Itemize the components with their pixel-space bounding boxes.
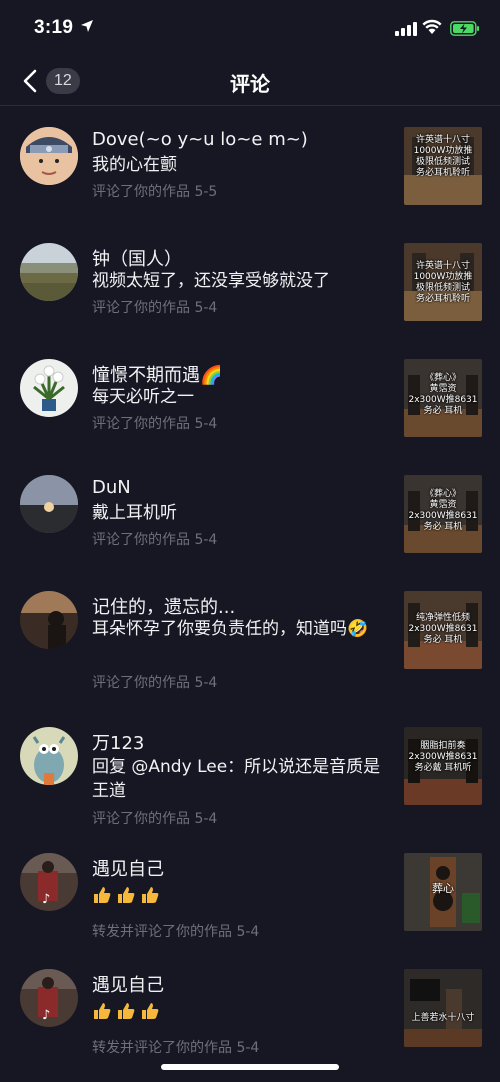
thumbnail-caption: 纯净弹性低频 2x300W推8631 务必 耳机 [408,613,478,645]
thumbs-up-emoji-icon [118,1003,135,1019]
video-thumbnail[interactable]: 上善若水十八寸 [404,969,482,1047]
comment-meta: 评论了你的作品 5-4 [92,811,218,827]
thumbs-up-emoji-icon [118,887,135,903]
comment-text: 每天必听之一 [92,387,194,407]
comment-item[interactable]: ♪ 遇见自己 转发并评论了你的作品 5-4 上善若水十八寸 [0,955,500,1071]
username[interactable]: 遇见自己 [92,971,164,997]
avatar[interactable] [20,359,78,417]
avatar[interactable] [20,591,78,649]
username[interactable]: 记住的，遗忘的... [92,593,235,619]
status-time: 3:19 [34,17,74,38]
tiktok-icon: ♪ [42,1008,51,1023]
comment-text: 戴上耳机听 [92,503,177,523]
video-thumbnail[interactable]: 葬心 [404,853,482,931]
signal-icon [395,22,417,36]
comment-meta: 评论了你的作品 5-4 [92,532,218,548]
wifi-icon [422,19,442,34]
username[interactable]: 憧憬不期而遇🌈 [92,361,222,387]
thumbnail-caption: 上善若水十八寸 [411,1013,475,1023]
comment-text: 我的心在颤 [92,155,177,175]
comment-text: 视频太短了，还没享受够就没了 [92,271,330,291]
comment-item[interactable]: 万123 回复 @Andy Lee：所以说还是音质是王道 评论了你的作品 5-4… [0,713,500,839]
thumbs-up-emoji-icon [142,1003,159,1019]
username[interactable]: 万123 [92,729,144,755]
avatar[interactable] [20,127,78,185]
thumbnail-caption: 《葬心》 黄霑资 2x300W推8631 务必 耳机 [408,373,478,416]
comment-meta: 评论了你的作品 5-4 [92,300,218,316]
comment-emoji-row [92,885,382,909]
comment-emoji-row [92,1001,382,1025]
location-arrow-icon [81,20,93,32]
avatar[interactable]: ♪ [20,853,78,911]
comment-item[interactable]: DuN 戴上耳机听 评论了你的作品 5-4 《葬心》 黄霑资 2x300W推86… [0,455,500,571]
tiktok-icon: ♪ [42,892,51,907]
thumbs-up-emoji-icon [142,887,159,903]
avatar[interactable] [20,475,78,533]
username[interactable]: DuN [92,477,131,498]
username[interactable]: 钟（国人） [92,245,182,271]
username[interactable]: Dove(~o y~u lo~e m~) [92,129,308,150]
thumbnail-caption: 《葬心》 黄霑资 2x300W推8631 务必 耳机 [408,489,478,532]
comment-meta: 评论了你的作品 5-4 [92,675,218,691]
video-thumbnail[interactable]: 《葬心》 黄霑资 2x300W推8631 务必 耳机 [404,359,482,437]
video-thumbnail[interactable]: 许英谱十八寸 1000W功放推 极限低频测试 务必耳机聆听 [404,243,482,321]
comment-meta: 转发并评论了你的作品 5-4 [92,924,260,940]
status-bar: 3:19 [0,0,500,58]
thumbnail-caption: 葬心 [432,882,454,895]
nav-bar: 12 评论 [0,58,500,106]
username[interactable]: 遇见自己 [92,855,164,881]
avatar[interactable]: ♪ [20,969,78,1027]
thumbnail-caption: 胭脂扣前奏 2x300W推8631 务必戴 耳机听 [408,741,478,773]
comment-item[interactable]: 钟（国人） 视频太短了，还没享受够就没了 评论了你的作品 5-4 许英谱十八寸 … [0,223,500,339]
comment-item[interactable]: ♪ 遇见自己 转发并评论了你的作品 5-4 葬心 [0,839,500,955]
video-thumbnail[interactable]: 《葬心》 黄霑资 2x300W推8631 务必 耳机 [404,475,482,553]
home-indicator [161,1064,339,1070]
thumbs-up-emoji-icon [94,1003,111,1019]
comment-text: 回复 @Andy Lee：所以说还是音质是王道 [92,757,381,801]
comment-text: 耳朵怀孕了你要负责任的，知道吗🤣 [92,619,369,639]
comment-item[interactable]: Dove(~o y~u lo~e m~) 我的心在颤 评论了你的作品 5-5 许… [0,107,500,223]
page-title: 评论 [230,72,270,96]
thumbnail-caption: 许英谱十八寸 1000W功放推 极限低频测试 务必耳机聆听 [413,135,473,178]
video-thumbnail[interactable]: 许英谱十八寸 1000W功放推 极限低频测试 务必耳机聆听 [404,127,482,205]
comment-item[interactable]: 憧憬不期而遇🌈 每天必听之一 评论了你的作品 5-4 《葬心》 黄霑资 2x30… [0,339,500,455]
battery-charging-icon [450,21,479,36]
video-thumbnail[interactable]: 纯净弹性低频 2x300W推8631 务必 耳机 [404,591,482,669]
comment-meta: 评论了你的作品 5-5 [92,184,218,200]
comment-meta: 转发并评论了你的作品 5-4 [92,1040,260,1056]
thumbs-up-emoji-icon [94,887,111,903]
avatar[interactable] [20,243,78,301]
comment-item[interactable]: 记住的，遗忘的... 耳朵怀孕了你要负责任的，知道吗🤣 评论了你的作品 5-4 … [0,571,500,713]
video-thumbnail[interactable]: 胭脂扣前奏 2x300W推8631 务必戴 耳机听 [404,727,482,805]
comment-meta: 评论了你的作品 5-4 [92,416,218,432]
thumbnail-caption: 许英谱十八寸 1000W功放推 极限低频测试 务必耳机聆听 [413,261,473,304]
avatar[interactable] [20,727,78,785]
